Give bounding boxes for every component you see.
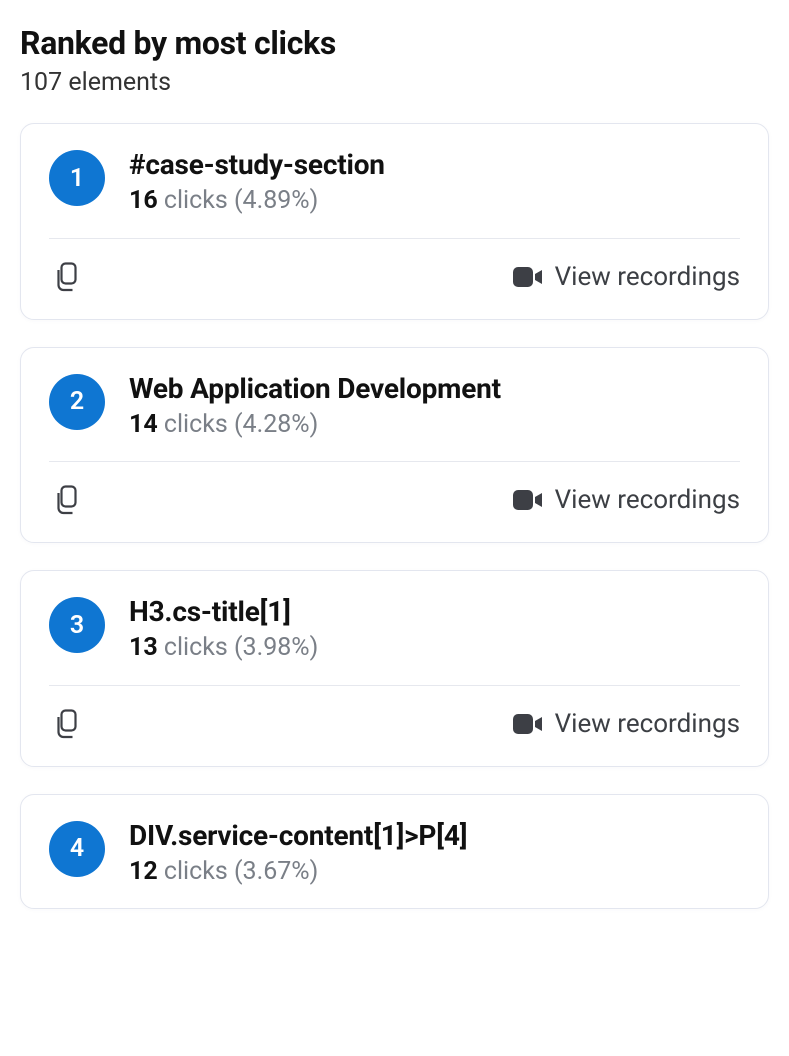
video-icon [513, 713, 543, 735]
view-recordings-label: View recordings [555, 262, 740, 292]
ranked-item-info: #case-study-section 16 clicks (4.89%) [129, 148, 740, 218]
ranked-item-card: 3 H3.cs-title[1] 13 clicks (3.98%) [20, 570, 769, 767]
ranked-item-card: 1 #case-study-section 16 clicks (4.89%) [20, 123, 769, 320]
copy-button[interactable] [49, 259, 85, 295]
copy-button[interactable] [49, 482, 85, 518]
ranked-item-header: 1 #case-study-section 16 clicks (4.89%) [21, 124, 768, 238]
page-title: Ranked by most clicks [20, 24, 769, 62]
click-label: clicks [164, 633, 228, 662]
ranked-item-card: 2 Web Application Development 14 clicks … [20, 347, 769, 544]
ranked-item-info: DIV.service-content[1]>P[4] 12 clicks (3… [129, 819, 740, 889]
view-recordings-button[interactable]: View recordings [513, 262, 740, 292]
page-subtitle: 107 elements [20, 68, 769, 97]
ranked-item-title: DIV.service-content[1]>P[4] [129, 819, 740, 852]
click-count: 14 [129, 410, 158, 439]
card-left-actions [49, 706, 85, 742]
click-label: clicks [164, 857, 228, 886]
video-icon [513, 266, 543, 288]
view-recordings-label: View recordings [555, 485, 740, 515]
click-count: 12 [129, 857, 158, 886]
click-count: 13 [129, 633, 158, 662]
card-left-actions [49, 259, 85, 295]
view-recordings-button[interactable]: View recordings [513, 485, 740, 515]
view-recordings-label: View recordings [555, 709, 740, 739]
click-percentage: (3.98%) [234, 633, 318, 662]
ranked-item-title: H3.cs-title[1] [129, 595, 740, 628]
page-header: Ranked by most clicks 107 elements [20, 24, 769, 97]
ranked-item-stats: 14 clicks (4.28%) [129, 409, 740, 442]
click-percentage: (4.89%) [234, 186, 318, 215]
rank-badge: 4 [49, 821, 105, 877]
ranked-item-stats: 16 clicks (4.89%) [129, 185, 740, 218]
ranked-item-stats: 13 clicks (3.98%) [129, 632, 740, 665]
copy-button[interactable] [49, 706, 85, 742]
ranked-item-info: H3.cs-title[1] 13 clicks (3.98%) [129, 595, 740, 665]
card-left-actions [49, 482, 85, 518]
click-label: clicks [164, 186, 228, 215]
ranked-item-stats: 12 clicks (3.67%) [129, 856, 740, 889]
click-count: 16 [129, 186, 158, 215]
copy-icon [54, 262, 80, 292]
video-icon [513, 489, 543, 511]
rank-badge: 2 [49, 374, 105, 430]
rank-badge: 1 [49, 150, 105, 206]
click-percentage: (3.67%) [234, 857, 318, 886]
ranked-item-header: 3 H3.cs-title[1] 13 clicks (3.98%) [21, 571, 768, 685]
card-actions: View recordings [21, 686, 768, 766]
ranked-item-card: 4 DIV.service-content[1]>P[4] 12 clicks … [20, 794, 769, 910]
card-actions: View recordings [21, 462, 768, 542]
card-actions: View recordings [21, 239, 768, 319]
ranked-item-title: #case-study-section [129, 148, 740, 181]
click-percentage: (4.28%) [234, 410, 318, 439]
ranked-item-title: Web Application Development [129, 372, 740, 405]
view-recordings-button[interactable]: View recordings [513, 709, 740, 739]
click-label: clicks [164, 410, 228, 439]
ranked-item-info: Web Application Development 14 clicks (4… [129, 372, 740, 442]
ranked-item-header: 4 DIV.service-content[1]>P[4] 12 clicks … [21, 795, 768, 909]
copy-icon [54, 709, 80, 739]
copy-icon [54, 485, 80, 515]
rank-badge: 3 [49, 597, 105, 653]
ranked-item-header: 2 Web Application Development 14 clicks … [21, 348, 768, 462]
